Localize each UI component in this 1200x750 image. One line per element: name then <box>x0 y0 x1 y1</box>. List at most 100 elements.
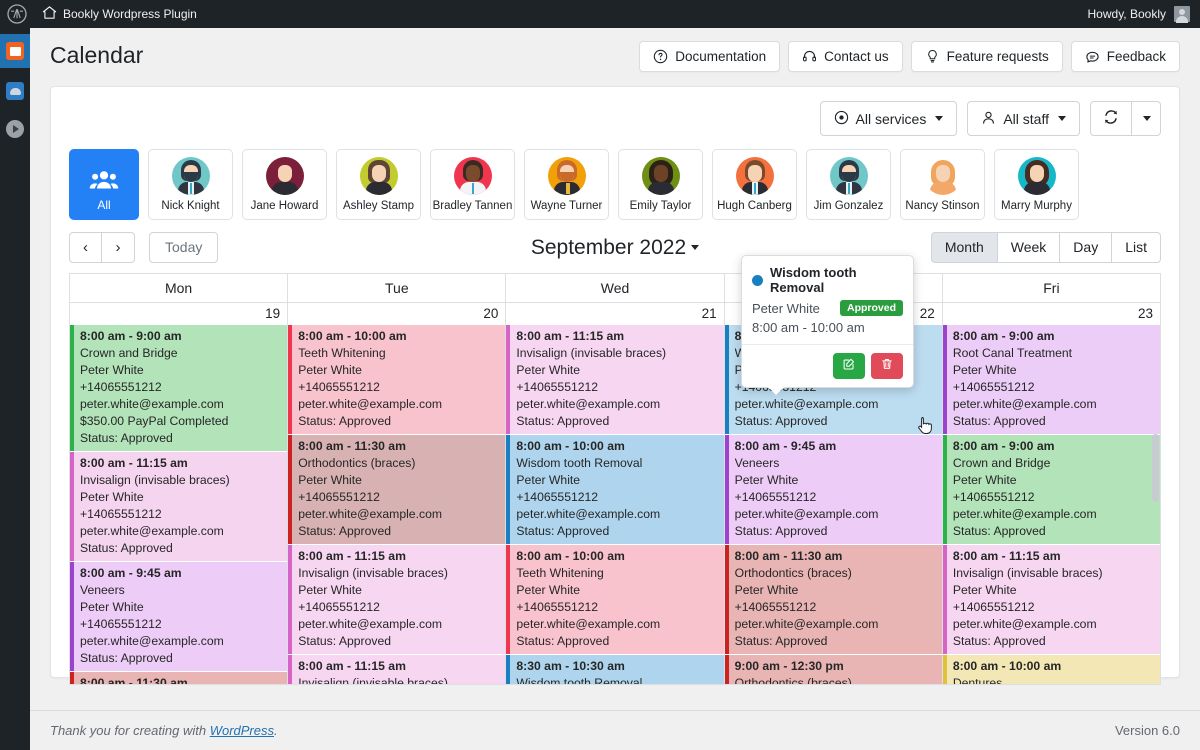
wordpress-logo-icon[interactable] <box>0 0 34 28</box>
view-list-button[interactable]: List <box>1112 232 1161 263</box>
delete-appointment-button[interactable] <box>871 353 903 379</box>
view-month-button[interactable]: Month <box>931 232 998 263</box>
view-day-button[interactable]: Day <box>1060 232 1112 263</box>
prev-month-button[interactable]: ‹ <box>69 232 102 263</box>
day-number[interactable]: 21 <box>506 303 723 325</box>
event-detail: +14065551212 <box>953 599 1154 616</box>
user-avatar-icon[interactable] <box>1174 6 1190 22</box>
staff-chip-jane-howard[interactable]: Jane Howard <box>242 149 327 220</box>
event-detail: Peter White <box>298 362 499 379</box>
feedback-button[interactable]: Feedback <box>1071 41 1180 72</box>
event-time: 9:00 am - 12:30 pm <box>735 658 936 675</box>
event-time: 8:00 am - 11:15 am <box>516 328 717 345</box>
calendar-event[interactable]: 8:00 am - 10:00 amWisdom tooth RemovalPe… <box>506 435 723 544</box>
calendar-scrollbar[interactable] <box>1152 434 1159 502</box>
staff-chip-marry-murphy[interactable]: Marry Murphy <box>994 149 1079 220</box>
calendar-event[interactable]: 8:00 am - 10:00 amTeeth WhiteningPeter W… <box>506 545 723 654</box>
calendar-event[interactable]: 8:00 am - 11:15 amInvisalign (invisable … <box>288 655 505 685</box>
event-detail: Peter White <box>953 582 1154 599</box>
popover-time: 8:00 am - 10:00 am <box>752 320 903 335</box>
event-detail: Status: Approved <box>516 633 717 650</box>
staff-chip-emily-taylor[interactable]: Emily Taylor <box>618 149 703 220</box>
event-detail: Invisalign (invisable braces) <box>516 345 717 362</box>
calendar-event[interactable]: 8:00 am - 11:30 amOrthodontics (braces)P… <box>288 435 505 544</box>
event-detail: +14065551212 <box>298 599 499 616</box>
avatar <box>642 157 680 195</box>
view-week-button[interactable]: Week <box>998 232 1061 263</box>
site-name-menu[interactable]: Bookly Wordpress Plugin <box>34 0 205 28</box>
refresh-button[interactable] <box>1090 101 1132 136</box>
wp-admin-bar: Bookly Wordpress Plugin Howdy, Bookly <box>0 0 1200 28</box>
calendar-event[interactable]: 8:00 am - 11:15 amInvisalign (invisable … <box>70 452 287 561</box>
wordpress-link[interactable]: WordPress <box>210 723 274 738</box>
staff-chip-ashley-stamp[interactable]: Ashley Stamp <box>336 149 421 220</box>
calendar-event[interactable]: 8:30 am - 10:30 amWisdom tooth RemovalPe… <box>506 655 723 685</box>
staff-chip-label: Emily Taylor <box>630 200 692 212</box>
event-detail: peter.white@example.com <box>80 396 281 413</box>
day-number[interactable]: 19 <box>70 303 287 325</box>
staff-chip-all[interactable]: All <box>69 149 139 220</box>
documentation-label: Documentation <box>675 49 766 64</box>
event-detail: Peter White <box>80 489 281 506</box>
feature-requests-button[interactable]: Feature requests <box>911 41 1063 72</box>
event-detail: Status: Approved <box>516 523 717 540</box>
chevron-down-icon <box>1143 116 1151 121</box>
event-time: 8:00 am - 11:15 am <box>298 548 499 565</box>
edit-appointment-button[interactable] <box>833 353 865 379</box>
services-filter-dropdown[interactable]: All services <box>820 101 958 136</box>
next-month-button[interactable]: › <box>102 232 135 263</box>
howdy-label[interactable]: Howdy, Bookly <box>1088 7 1166 21</box>
staff-chip-nick-knight[interactable]: Nick Knight <box>148 149 233 220</box>
calendar-day-headers: Mon Tue Wed Thu Fri <box>70 274 1160 303</box>
staff-filter-dropdown[interactable]: All staff <box>967 101 1080 136</box>
event-detail: Peter White <box>735 472 936 489</box>
event-detail: Status: Approved <box>735 633 936 650</box>
sidebar-item-media[interactable] <box>0 112 30 146</box>
sidebar-item-cloud[interactable] <box>0 74 30 108</box>
event-detail: Status: Approved <box>516 413 717 430</box>
contact-us-button[interactable]: Contact us <box>788 41 903 72</box>
avatar <box>924 157 962 195</box>
refresh-options-button[interactable] <box>1132 101 1161 136</box>
staff-chip-wayne-turner[interactable]: Wayne Turner <box>524 149 609 220</box>
documentation-button[interactable]: Documentation <box>639 41 780 72</box>
calendar-event[interactable]: 8:00 am - 11:15 amInvisalign (invisable … <box>288 545 505 654</box>
staff-chip-label: Bradley Tannen <box>433 200 513 212</box>
calendar-event[interactable]: 8:00 am - 9:45 amVeneersPeter White+1406… <box>725 435 942 544</box>
event-detail: $350.00 PayPal Completed <box>80 413 281 430</box>
event-time: 8:00 am - 11:30 am <box>80 675 281 685</box>
popover-title-row: Wisdom tooth Removal <box>752 265 903 295</box>
calendar-day-column: 218:00 am - 11:15 amInvisalign (invisabl… <box>506 303 724 685</box>
calendar-event[interactable]: 8:00 am - 11:30 amOrthodontics (braces) <box>70 672 287 685</box>
event-detail: Status: Approved <box>298 633 499 650</box>
calendar-event[interactable]: 8:00 am - 9:45 amVeneersPeter White+1406… <box>70 562 287 671</box>
calendar-event[interactable]: 8:00 am - 10:00 amDenturesPeter White <box>943 655 1160 685</box>
event-detail: peter.white@example.com <box>735 396 936 413</box>
day-number[interactable]: 23 <box>943 303 1160 325</box>
event-detail: Invisalign (invisable braces) <box>298 565 499 582</box>
feature-requests-label: Feature requests <box>947 49 1049 64</box>
lightbulb-icon <box>925 49 940 64</box>
staff-chip-bradley-tannen[interactable]: Bradley Tannen <box>430 149 515 220</box>
calendar-prev-next-group: ‹ › <box>69 232 135 263</box>
cloud-icon <box>6 82 24 100</box>
calendar-event[interactable]: 8:00 am - 9:00 amRoot Canal TreatmentPet… <box>943 325 1160 434</box>
calendar-event[interactable]: 9:00 am - 12:30 pmOrthodontics (braces)P… <box>725 655 942 685</box>
sidebar-item-bookly[interactable] <box>0 34 30 68</box>
popover-customer-row: Peter White Approved <box>752 300 903 316</box>
footer-version: Version 6.0 <box>1115 723 1180 738</box>
day-number[interactable]: 20 <box>288 303 505 325</box>
today-button[interactable]: Today <box>149 232 218 263</box>
calendar-event[interactable]: 8:00 am - 11:15 amInvisalign (invisable … <box>506 325 723 434</box>
staff-chip-nancy-stinson[interactable]: Nancy Stinson <box>900 149 985 220</box>
calendar-event[interactable]: 8:00 am - 11:30 amOrthodontics (braces)P… <box>725 545 942 654</box>
calendar-event[interactable]: 8:00 am - 9:00 amCrown and BridgePeter W… <box>70 325 287 451</box>
footer-credit: Thank you for creating with WordPress. <box>50 723 278 738</box>
calendar-event[interactable]: 8:00 am - 9:00 amCrown and BridgePeter W… <box>943 435 1160 544</box>
avatar <box>830 157 868 195</box>
staff-chip-jim-gonzalez[interactable]: Jim Gonzalez <box>806 149 891 220</box>
event-detail: peter.white@example.com <box>735 506 936 523</box>
calendar-event[interactable]: 8:00 am - 11:15 amInvisalign (invisable … <box>943 545 1160 654</box>
calendar-event[interactable]: 8:00 am - 10:00 amTeeth WhiteningPeter W… <box>288 325 505 434</box>
staff-chip-hugh-canberg[interactable]: Hugh Canberg <box>712 149 797 220</box>
